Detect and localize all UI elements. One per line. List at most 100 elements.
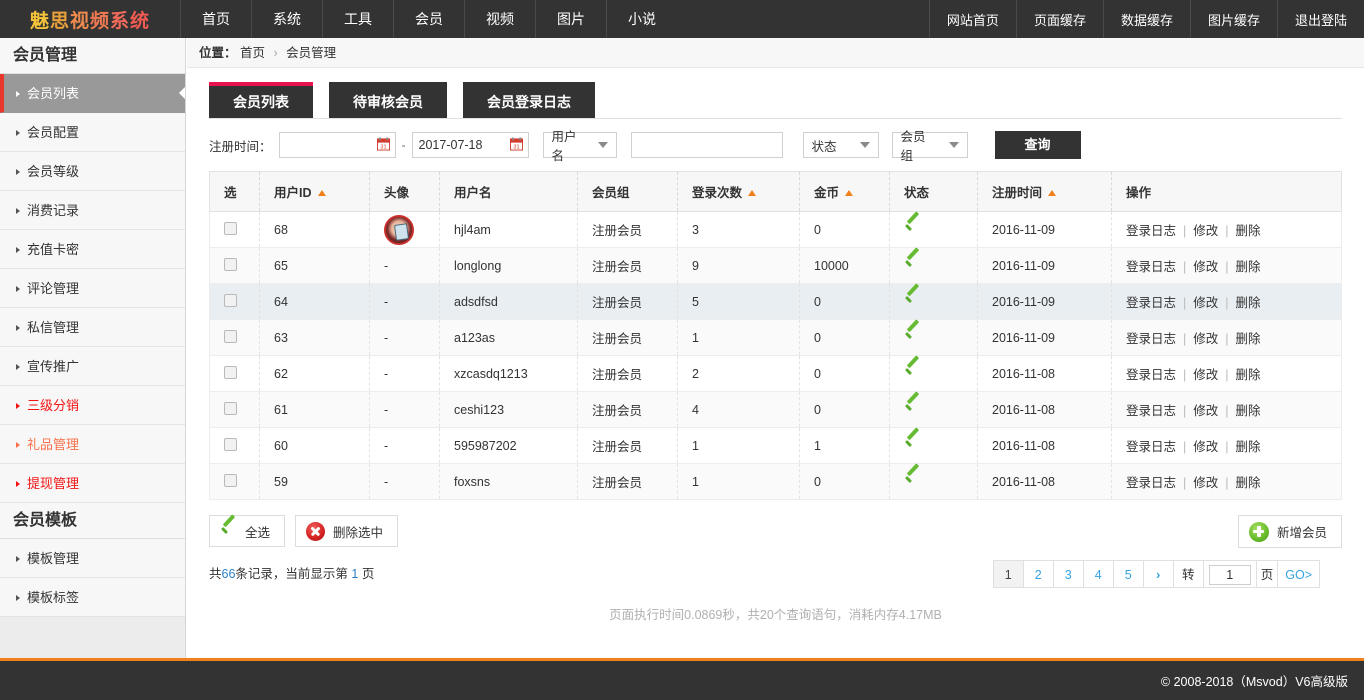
row-checkbox[interactable] bbox=[224, 257, 237, 271]
row-delete-link[interactable]: 删除 bbox=[1236, 296, 1261, 310]
sidebar-item-template-manage[interactable]: 模板管理 bbox=[0, 539, 185, 578]
nav-item-site-home[interactable]: 网站首页 bbox=[928, 0, 1016, 38]
page-5[interactable]: 5 bbox=[1112, 560, 1143, 588]
table-row[interactable]: 60-595987202 注册会员 1 1 2016-11-08 登录日志 | 修改 | 删除 bbox=[209, 427, 1342, 464]
member-group-select[interactable]: 会员组 bbox=[891, 130, 968, 163]
nav-item-member[interactable]: 会员 bbox=[393, 0, 464, 38]
tab-member-login-log[interactable]: 会员登录日志 bbox=[463, 82, 595, 118]
col-status[interactable]: 状态 bbox=[889, 171, 978, 212]
row-delete-link[interactable]: 删除 bbox=[1236, 260, 1261, 274]
page-1[interactable]: 1 bbox=[992, 560, 1023, 588]
table-row[interactable]: 64- adsdfsd 注册会员 5 0 2016-11-09 登录日志 | 修改 | 删除 bbox=[209, 283, 1342, 320]
sidebar-item-message-manage[interactable]: 私信管理 bbox=[0, 308, 185, 347]
row-edit-link[interactable]: 修改 bbox=[1193, 368, 1218, 382]
nav-item-page-cache[interactable]: 页面缓存 bbox=[1015, 0, 1103, 38]
col-select[interactable]: 选 bbox=[209, 171, 260, 212]
row-login-log-link[interactable]: 登录日志 bbox=[1126, 368, 1176, 382]
go-button[interactable]: GO> bbox=[1277, 560, 1320, 588]
add-member-button[interactable]: 新增会员 bbox=[1237, 515, 1342, 548]
col-login-count[interactable]: 登录次数 bbox=[677, 171, 800, 212]
table-row[interactable]: 62- xzcasdq1213 注册会员 2 0 2016-11-08 登录日志 | 修改 | 删除 bbox=[209, 355, 1342, 392]
row-checkbox[interactable] bbox=[224, 473, 237, 487]
row-login-log-link[interactable]: 登录日志 bbox=[1126, 476, 1176, 490]
sort-asc-icon[interactable] bbox=[317, 190, 326, 196]
col-user-id[interactable]: 用户ID bbox=[259, 171, 370, 212]
sort-asc-icon[interactable] bbox=[1048, 190, 1057, 196]
nav-item-image-cache[interactable]: 图片缓存 bbox=[1189, 0, 1277, 38]
table-row[interactable]: 63- a123as 注册会员 1 0 2016-11-09 登录日志 | 修改 | 删除 bbox=[209, 319, 1342, 356]
col-register-time[interactable]: 注册时间 bbox=[977, 171, 1112, 212]
search-field-select[interactable]: 用户名 bbox=[542, 130, 617, 163]
avatar[interactable] bbox=[384, 214, 414, 245]
sidebar-item-distribution[interactable]: 三级分销 bbox=[0, 386, 185, 425]
select-all-button[interactable]: 全选 bbox=[209, 515, 286, 547]
nav-item-home[interactable]: 首页 bbox=[180, 0, 251, 38]
row-login-log-link[interactable]: 登录日志 bbox=[1126, 440, 1176, 454]
col-coins[interactable]: 金币 bbox=[799, 171, 890, 212]
row-checkbox[interactable] bbox=[224, 365, 237, 379]
row-delete-link[interactable]: 删除 bbox=[1236, 440, 1261, 454]
sidebar-item-promotion[interactable]: 宣传推广 bbox=[0, 347, 185, 386]
next-page-button[interactable]: › bbox=[1142, 560, 1173, 588]
table-row[interactable]: 65- longlong 注册会员 9 10000 2016-11-09 登录日志 | 修改 | 删… bbox=[209, 247, 1342, 284]
page-2[interactable]: 2 bbox=[1022, 560, 1053, 588]
status-select[interactable]: 状态 bbox=[802, 132, 879, 158]
date-from-input[interactable] bbox=[278, 132, 396, 158]
row-login-log-link[interactable]: 登录日志 bbox=[1126, 332, 1176, 346]
breadcrumb-root-link[interactable]: 首页 bbox=[240, 46, 265, 60]
nav-item-tools[interactable]: 工具 bbox=[322, 0, 393, 38]
row-login-log-link[interactable]: 登录日志 bbox=[1126, 404, 1176, 418]
row-login-log-link[interactable]: 登录日志 bbox=[1126, 296, 1176, 310]
row-delete-link[interactable]: 删除 bbox=[1236, 404, 1261, 418]
sidebar-item-template-tag[interactable]: 模板标签 bbox=[0, 578, 185, 617]
row-delete-link[interactable]: 删除 bbox=[1236, 332, 1261, 346]
sidebar-item-member-list[interactable]: 会员列表 bbox=[0, 74, 185, 113]
sidebar-item-recharge-card[interactable]: 充值卡密 bbox=[0, 230, 185, 269]
row-edit-link[interactable]: 修改 bbox=[1193, 224, 1218, 238]
sort-asc-icon[interactable] bbox=[845, 190, 854, 196]
nav-item-video[interactable]: 视频 bbox=[464, 0, 535, 38]
row-edit-link[interactable]: 修改 bbox=[1193, 440, 1218, 454]
table-row[interactable]: 68 hjl4am 注册会员 3 0 2016-11-09 登录日志 | 修改 | 删除 bbox=[209, 211, 1342, 248]
table-row[interactable]: 61- ceshi123 注册会员 4 0 2016-11-08 登录日志 | 修改 | 删除 bbox=[209, 391, 1342, 428]
sidebar-item-member-level[interactable]: 会员等级 bbox=[0, 152, 185, 191]
col-avatar[interactable]: 头像 bbox=[369, 171, 440, 212]
row-checkbox[interactable] bbox=[224, 437, 237, 451]
row-edit-link[interactable]: 修改 bbox=[1193, 476, 1218, 490]
delete-selected-button[interactable]: 删除选中 bbox=[295, 515, 399, 547]
app-logo[interactable]: 魅思视频系统 bbox=[0, 0, 180, 38]
query-button[interactable]: 查询 bbox=[994, 131, 1081, 159]
row-checkbox[interactable] bbox=[224, 401, 237, 415]
date-to-input[interactable] bbox=[411, 132, 529, 158]
sort-asc-icon[interactable] bbox=[748, 190, 757, 196]
page-4[interactable]: 4 bbox=[1082, 560, 1113, 588]
row-edit-link[interactable]: 修改 bbox=[1193, 296, 1218, 310]
sidebar-item-member-config[interactable]: 会员配置 bbox=[0, 113, 185, 152]
sidebar-item-comment-manage[interactable]: 评论管理 bbox=[0, 269, 185, 308]
col-member-group[interactable]: 会员组 bbox=[577, 171, 678, 212]
row-delete-link[interactable]: 删除 bbox=[1236, 368, 1261, 382]
page-3[interactable]: 3 bbox=[1052, 560, 1083, 588]
search-keyword-input[interactable] bbox=[630, 132, 783, 158]
sidebar-item-gift-manage[interactable]: 礼品管理 bbox=[0, 425, 185, 464]
row-edit-link[interactable]: 修改 bbox=[1193, 332, 1218, 346]
sidebar-item-consumption-log[interactable]: 消费记录 bbox=[0, 191, 185, 230]
row-edit-link[interactable]: 修改 bbox=[1193, 260, 1218, 274]
jump-page-input[interactable] bbox=[1208, 565, 1251, 585]
table-row[interactable]: 59- foxsns 注册会员 1 0 2016-11-08 登录日志 | 修改 | 删除 bbox=[209, 463, 1342, 500]
sidebar-item-withdraw-manage[interactable]: 提现管理 bbox=[0, 464, 185, 503]
row-login-log-link[interactable]: 登录日志 bbox=[1126, 224, 1176, 238]
row-delete-link[interactable]: 删除 bbox=[1236, 224, 1261, 238]
nav-item-novel[interactable]: 小说 bbox=[606, 0, 677, 38]
nav-item-logout[interactable]: 退出登陆 bbox=[1276, 0, 1364, 38]
row-edit-link[interactable]: 修改 bbox=[1193, 404, 1218, 418]
row-checkbox[interactable] bbox=[224, 329, 237, 343]
row-checkbox[interactable] bbox=[224, 221, 237, 235]
nav-item-image[interactable]: 图片 bbox=[535, 0, 606, 38]
row-checkbox[interactable] bbox=[224, 293, 237, 307]
nav-item-data-cache[interactable]: 数据缓存 bbox=[1102, 0, 1190, 38]
tab-pending-members[interactable]: 待审核会员 bbox=[329, 82, 447, 118]
col-username[interactable]: 用户名 bbox=[439, 171, 578, 212]
breadcrumb-current[interactable]: 会员管理 bbox=[286, 46, 336, 60]
row-delete-link[interactable]: 删除 bbox=[1236, 476, 1261, 490]
